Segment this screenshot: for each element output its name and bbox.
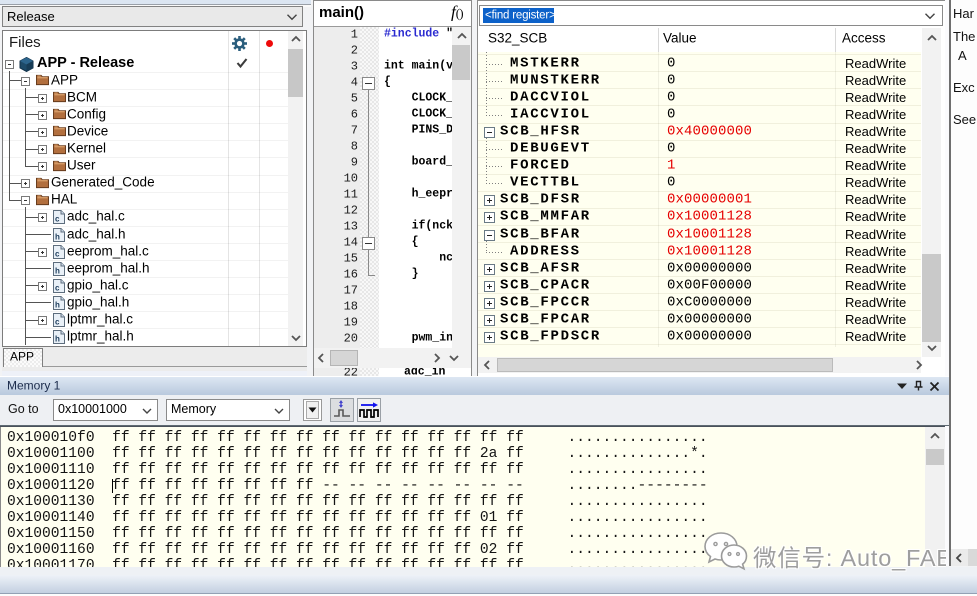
svg-text:h: h bbox=[55, 232, 60, 241]
svg-text:h: h bbox=[55, 335, 60, 344]
svg-text:h: h bbox=[55, 300, 60, 309]
svg-text:c: c bbox=[55, 318, 60, 327]
svg-text:c: c bbox=[55, 283, 60, 292]
svg-text:c: c bbox=[55, 249, 60, 258]
svg-text:c: c bbox=[55, 215, 60, 224]
svg-text:h: h bbox=[55, 266, 60, 275]
